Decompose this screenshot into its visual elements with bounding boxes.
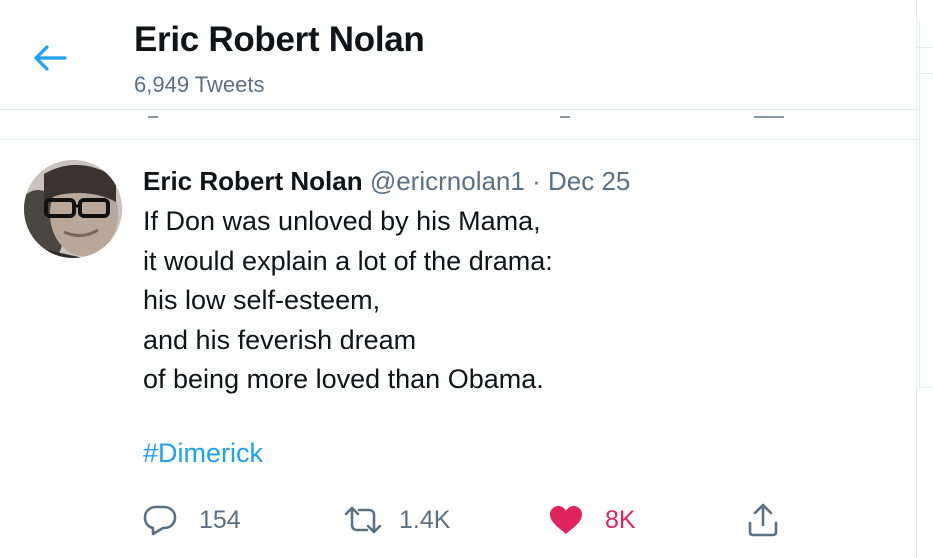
tweet-text-line: of being more loved than Obama. bbox=[143, 364, 544, 394]
reply-count: 154 bbox=[199, 505, 241, 534]
previous-reply-icon-remnant bbox=[148, 110, 158, 118]
profile-name-title: Eric Robert Nolan bbox=[134, 20, 425, 59]
tweet-count: 6,949 Tweets bbox=[134, 72, 265, 97]
tweet-text-line: his low self-esteem, bbox=[143, 285, 381, 315]
back-button[interactable] bbox=[30, 38, 70, 78]
meta-separator: · bbox=[532, 166, 541, 196]
share-button[interactable] bbox=[747, 500, 779, 540]
sidebar-divider bbox=[917, 47, 933, 48]
sidebar-card-edge bbox=[919, 22, 933, 388]
avatar-photo bbox=[24, 160, 122, 258]
heart-icon bbox=[550, 506, 582, 534]
tweet-actions: 154 1.4K 8K bbox=[143, 500, 803, 540]
page: Eric Robert Nolan 6,949 Tweets Eric Robe… bbox=[0, 0, 933, 558]
like-button[interactable]: 8K bbox=[549, 500, 636, 540]
tweet-text-line: If Don was unloved by his Mama, bbox=[143, 206, 541, 236]
arrow-left-icon bbox=[34, 45, 67, 71]
reply-button[interactable]: 154 bbox=[143, 500, 241, 540]
retweet-count: 1.4K bbox=[399, 505, 451, 534]
profile-header: Eric Robert Nolan 6,949 Tweets bbox=[0, 0, 916, 110]
tweet[interactable]: Eric Robert Nolan @ericrnolan1 · Dec 25 … bbox=[0, 140, 916, 558]
author-handle[interactable]: @ericrnolan1 bbox=[370, 166, 525, 196]
hashtag-link[interactable]: #Dimerick bbox=[143, 438, 263, 469]
tweet-text: If Don was unloved by his Mama, it would… bbox=[143, 202, 883, 400]
sidebar-divider bbox=[917, 73, 933, 74]
tweet-text-line: it would explain a lot of the drama: bbox=[143, 245, 553, 276]
timeline-column: Eric Robert Nolan 6,949 Tweets Eric Robe… bbox=[0, 0, 917, 558]
sidebar-edge bbox=[917, 0, 933, 558]
share-icon bbox=[748, 503, 778, 537]
retweet-button[interactable]: 1.4K bbox=[343, 500, 450, 540]
like-count: 8K bbox=[605, 505, 636, 534]
retweet-icon bbox=[344, 506, 382, 534]
tweet-body: Eric Robert Nolan @ericrnolan1 · Dec 25 … bbox=[143, 164, 883, 469]
previous-share-icon-remnant bbox=[754, 110, 784, 118]
author-name[interactable]: Eric Robert Nolan bbox=[143, 166, 363, 196]
tweet-text-line: and his feverish dream bbox=[143, 324, 417, 355]
previous-tweet-remnant bbox=[0, 110, 916, 140]
tweet-date[interactable]: Dec 25 bbox=[548, 166, 630, 196]
avatar[interactable] bbox=[24, 160, 122, 258]
previous-like-icon-remnant bbox=[560, 110, 570, 118]
reply-icon bbox=[143, 505, 177, 536]
tweet-meta: Eric Robert Nolan @ericrnolan1 · Dec 25 bbox=[143, 164, 883, 198]
